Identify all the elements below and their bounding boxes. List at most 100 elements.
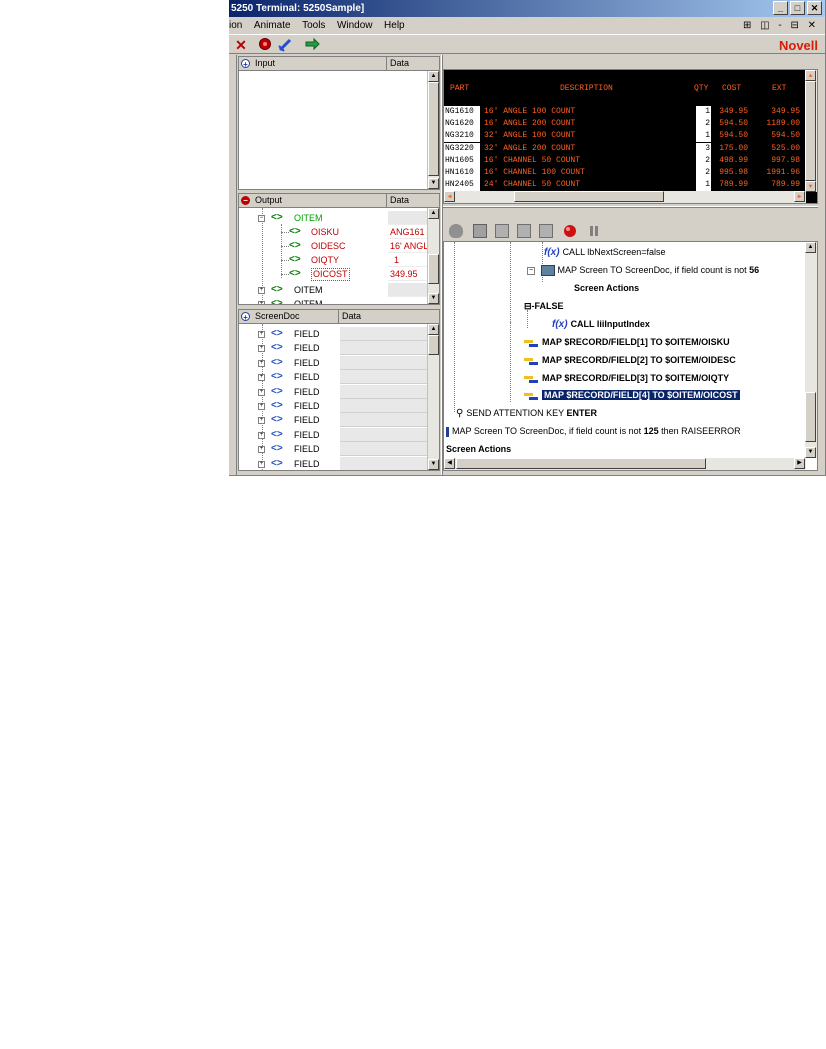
terminal-qty[interactable]: 2: [696, 154, 711, 167]
terminal-qty[interactable]: 3: [696, 142, 711, 155]
collapse-node-icon[interactable]: −: [258, 215, 265, 222]
expand-node-icon[interactable]: +: [258, 359, 265, 367]
terminal-qty[interactable]: 1: [696, 106, 711, 118]
minimize-button[interactable]: _: [773, 1, 788, 15]
seq-map-screen-125[interactable]: MAP Screen TO ScreenDoc, if field count …: [446, 424, 741, 438]
expand-node-icon[interactable]: +: [258, 345, 265, 353]
scroll-thumb[interactable]: [805, 392, 816, 442]
mdi-controls[interactable]: ⊞ ◫ - ⊟ ✕: [743, 17, 819, 34]
seq-map-field-2[interactable]: MAP $RECORD/FIELD[2] TO $OITEM/OIDESC: [524, 353, 736, 367]
menu-help[interactable]: Help: [384, 17, 405, 34]
sequence-vscroll[interactable]: ▲ ▼: [805, 242, 817, 458]
terminal-qty[interactable]: 1: [696, 130, 711, 143]
sequence-hscroll[interactable]: ◀ ▶: [444, 458, 806, 470]
terminal-sku[interactable]: NG3220: [444, 142, 480, 155]
output-name-header[interactable]: Output: [239, 194, 387, 207]
undo-icon[interactable]: [449, 224, 463, 238]
expand-node-icon[interactable]: +: [258, 431, 265, 439]
scroll-thumb[interactable]: [514, 191, 664, 202]
seq-false-branch[interactable]: ⊟-FALSE: [524, 299, 564, 313]
collapse-node-icon[interactable]: −: [527, 266, 535, 275]
terminal-qty[interactable]: 1: [696, 179, 711, 192]
screendoc-data-header[interactable]: Data: [340, 310, 428, 323]
scroll-thumb[interactable]: [805, 81, 816, 181]
input-name-header[interactable]: Input: [239, 57, 387, 70]
terminal-sku[interactable]: NG1620: [444, 118, 480, 131]
menu-tools[interactable]: Tools: [302, 17, 325, 34]
scroll-thumb[interactable]: [428, 335, 439, 355]
expand-node-icon[interactable]: +: [258, 287, 265, 294]
maximize-button[interactable]: □: [790, 1, 805, 15]
horizontal-splitter[interactable]: [443, 206, 818, 208]
seq-map-field-1[interactable]: MAP $RECORD/FIELD[1] TO $OITEM/OISKU: [524, 335, 730, 349]
scroll-down-icon[interactable]: ▼: [428, 293, 439, 304]
terminal-qty[interactable]: 2: [696, 118, 711, 131]
scroll-up-icon[interactable]: ▲: [428, 324, 439, 335]
seq-screen-actions-2[interactable]: Screen Actions: [446, 442, 511, 456]
output-data-header[interactable]: Data: [388, 194, 428, 207]
record-icon[interactable]: [257, 37, 273, 53]
step-out-icon[interactable]: [539, 224, 553, 238]
expand-node-icon[interactable]: +: [258, 388, 265, 396]
pause-icon[interactable]: [587, 224, 601, 238]
terminal-sku[interactable]: NG1610: [444, 106, 480, 118]
scroll-up-icon[interactable]: ▲: [805, 242, 816, 253]
scroll-left-icon[interactable]: ◀: [444, 191, 455, 202]
seq-send-attention-key[interactable]: ⚲ SEND ATTENTION KEY ENTER: [456, 406, 597, 420]
scroll-right-icon[interactable]: ▶: [794, 191, 805, 202]
seq-call-next-screen[interactable]: f(x) CALL lbNextScreen=false: [544, 245, 666, 259]
refresh-icon[interactable]: [304, 37, 320, 53]
seq-call-input-index[interactable]: f(x) CALL liiInputIndex: [552, 317, 650, 331]
breakpoint-icon[interactable]: [563, 224, 577, 238]
left-splitter[interactable]: [229, 55, 237, 475]
expand-node-icon[interactable]: +: [258, 403, 265, 410]
expand-node-icon[interactable]: +: [258, 374, 265, 382]
terminal-sku[interactable]: NG3210: [444, 130, 480, 143]
step-into-icon[interactable]: [495, 224, 509, 238]
scroll-thumb[interactable]: [428, 82, 439, 176]
menu-animate[interactable]: Animate: [254, 17, 291, 34]
scroll-up-icon[interactable]: ▲: [805, 70, 816, 81]
expand-node-icon[interactable]: +: [258, 460, 265, 468]
scroll-down-icon[interactable]: ▼: [805, 447, 816, 458]
expand-node-icon[interactable]: +: [258, 331, 265, 338]
expand-node-icon[interactable]: +: [258, 417, 265, 425]
terminal-screen[interactable]: PART DESCRIPTION QTY COST EXT NG1610 16' …: [443, 69, 818, 204]
terminal-sku[interactable]: HN1610: [444, 167, 480, 179]
terminal-vscroll[interactable]: ▲ ▼: [805, 70, 817, 192]
expand-node-icon[interactable]: +: [258, 301, 265, 304]
input-data-header[interactable]: Data: [388, 57, 428, 70]
seq-map-screen-56[interactable]: − MAP Screen TO ScreenDoc, if field coun…: [527, 263, 759, 277]
scroll-down-icon[interactable]: ▼: [805, 181, 816, 192]
screendoc-data-cell: [340, 413, 428, 428]
scroll-left-icon[interactable]: ◀: [444, 458, 455, 469]
scroll-up-icon[interactable]: ▲: [428, 208, 439, 219]
scroll-thumb[interactable]: [456, 458, 706, 469]
terminal-qty[interactable]: 2: [696, 167, 711, 179]
input-scrollbar[interactable]: ▲ ▼: [427, 71, 439, 189]
scroll-thumb[interactable]: [428, 254, 439, 284]
connect-icon[interactable]: [277, 37, 293, 53]
tree-row-oitem-3[interactable]: + <> OITEM: [239, 297, 427, 304]
expand-node-icon[interactable]: +: [258, 446, 265, 454]
menu-window[interactable]: Window: [337, 17, 373, 34]
seq-map-field-4[interactable]: MAP $RECORD/FIELD[4] TO $OITEM/OICOST: [524, 388, 740, 402]
scroll-up-icon[interactable]: ▲: [428, 71, 439, 82]
terminal-sku[interactable]: HN1605: [444, 154, 480, 167]
screendoc-scrollbar[interactable]: ▲ ▼: [427, 324, 439, 470]
stop-icon[interactable]: ✕: [233, 37, 249, 53]
step-over-icon[interactable]: [517, 224, 531, 238]
terminal-sku[interactable]: HN2405: [444, 179, 480, 192]
screendoc-name-header[interactable]: ScreenDoc: [239, 310, 339, 323]
stop-square-icon[interactable]: [473, 224, 487, 238]
seq-screen-actions-1[interactable]: Screen Actions: [574, 281, 639, 295]
scroll-down-icon[interactable]: ▼: [428, 178, 439, 189]
terminal-hscroll[interactable]: ◀ ▶: [444, 191, 806, 203]
scroll-down-icon[interactable]: ▼: [428, 459, 439, 470]
menu-action[interactable]: ion: [229, 17, 242, 34]
scroll-right-icon[interactable]: ▶: [794, 458, 805, 469]
element-icon: <>: [271, 457, 283, 469]
seq-map-field-3[interactable]: MAP $RECORD/FIELD[3] TO $OITEM/OIQTY: [524, 371, 729, 385]
close-button[interactable]: ✕: [807, 1, 822, 15]
output-scrollbar[interactable]: ▲ ▼: [427, 208, 439, 304]
